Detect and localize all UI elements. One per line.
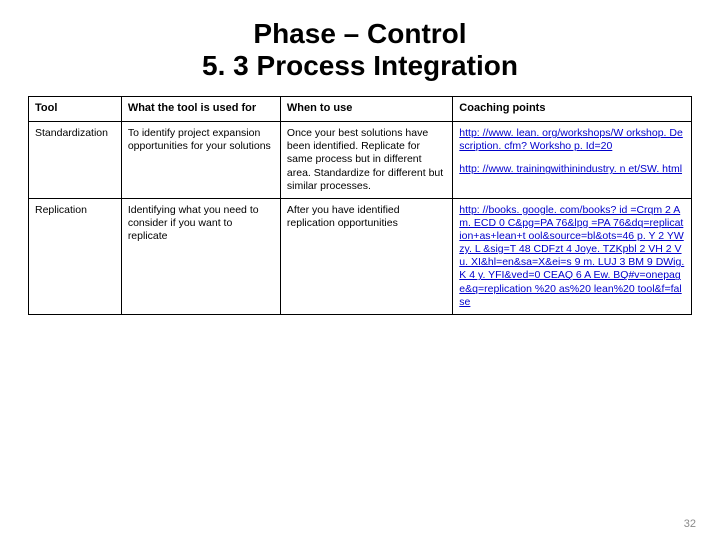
col-tool: Tool (29, 97, 122, 122)
cell-tool: Standardization (29, 122, 122, 199)
cell-tool: Replication (29, 198, 122, 314)
slide-title: Phase – Control 5. 3 Process Integration (28, 18, 692, 82)
cell-coaching: http: //www. lean. org/workshops/W orksh… (453, 122, 692, 199)
col-used-for: What the tool is used for (121, 97, 280, 122)
title-line-2: 5. 3 Process Integration (202, 50, 518, 81)
title-line-1: Phase – Control (253, 18, 466, 49)
cell-used-for: Identifying what you need to consider if… (121, 198, 280, 314)
tools-table: Tool What the tool is used for When to u… (28, 96, 692, 314)
page-number: 32 (684, 518, 696, 530)
col-coaching: Coaching points (453, 97, 692, 122)
coaching-link[interactable]: http: //www. lean. org/workshops/W orksh… (459, 127, 685, 153)
coaching-link[interactable]: http: //www. trainingwithinindustry. n e… (459, 163, 685, 176)
cell-coaching: http: //books. google. com/books? id =Cr… (453, 198, 692, 314)
table-row: Replication Identifying what you need to… (29, 198, 692, 314)
cell-when: After you have identified replication op… (280, 198, 452, 314)
col-when: When to use (280, 97, 452, 122)
slide: Phase – Control 5. 3 Process Integration… (0, 0, 720, 540)
cell-when: Once your best solutions have been ident… (280, 122, 452, 199)
coaching-link[interactable]: http: //books. google. com/books? id =Cr… (459, 204, 685, 309)
table-header-row: Tool What the tool is used for When to u… (29, 97, 692, 122)
table-row: Standardization To identify project expa… (29, 122, 692, 199)
cell-used-for: To identify project expansion opportunit… (121, 122, 280, 199)
